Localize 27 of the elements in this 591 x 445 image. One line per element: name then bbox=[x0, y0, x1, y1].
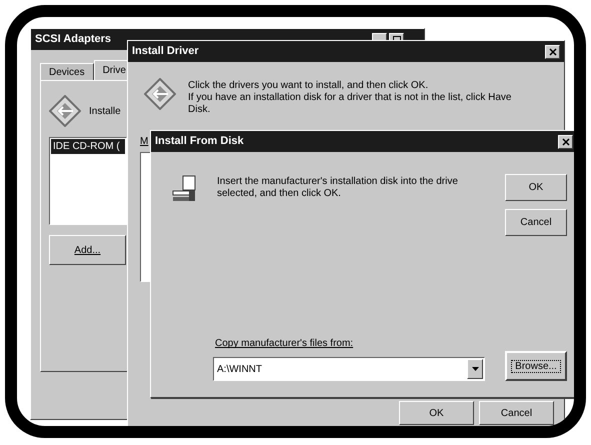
add-button[interactable]: Add... bbox=[49, 235, 126, 265]
insert-disk-message: Insert the manufacturer's installation disk into the drive selected, and then click OK. bbox=[217, 175, 459, 201]
installed-label: Installe bbox=[89, 104, 121, 118]
path-combo-box[interactable]: A:\WINNT bbox=[213, 357, 485, 381]
dialog-button[interactable]: Cancel bbox=[479, 401, 554, 425]
copy-from-label: Copy manufacturer's files from: bbox=[215, 337, 354, 351]
driver-diamond-icon bbox=[49, 95, 81, 127]
close-icon bbox=[548, 48, 556, 56]
window-title: Install From Disk bbox=[155, 134, 245, 150]
close-button[interactable] bbox=[558, 134, 573, 148]
instruction-text: If you have an installation disk for a driver that is not in the list, click Have bbox=[188, 92, 512, 104]
dialog-button[interactable]: Cancel bbox=[505, 209, 567, 236]
window-title: SCSI Adapters bbox=[35, 32, 112, 48]
close-icon bbox=[562, 138, 570, 146]
close-button[interactable] bbox=[545, 44, 560, 58]
dropdown-button[interactable] bbox=[467, 359, 483, 379]
list-item[interactable]: IDE CD-ROM ( bbox=[51, 139, 125, 154]
instruction-text: Click the drivers you want to install, and then click OK. bbox=[188, 80, 430, 92]
dropdown-arrow-icon bbox=[472, 367, 478, 371]
driver-diamond-icon bbox=[144, 78, 176, 110]
list-label: M bbox=[140, 135, 148, 149]
tab[interactable]: Devices bbox=[40, 63, 94, 80]
window-title: Install Driver bbox=[132, 44, 200, 60]
browse-button[interactable]: Browse... bbox=[505, 351, 567, 381]
dialog-button[interactable]: OK bbox=[399, 401, 474, 425]
dialog-button[interactable]: OK bbox=[505, 174, 567, 201]
instruction-text: Disk. bbox=[188, 104, 212, 116]
